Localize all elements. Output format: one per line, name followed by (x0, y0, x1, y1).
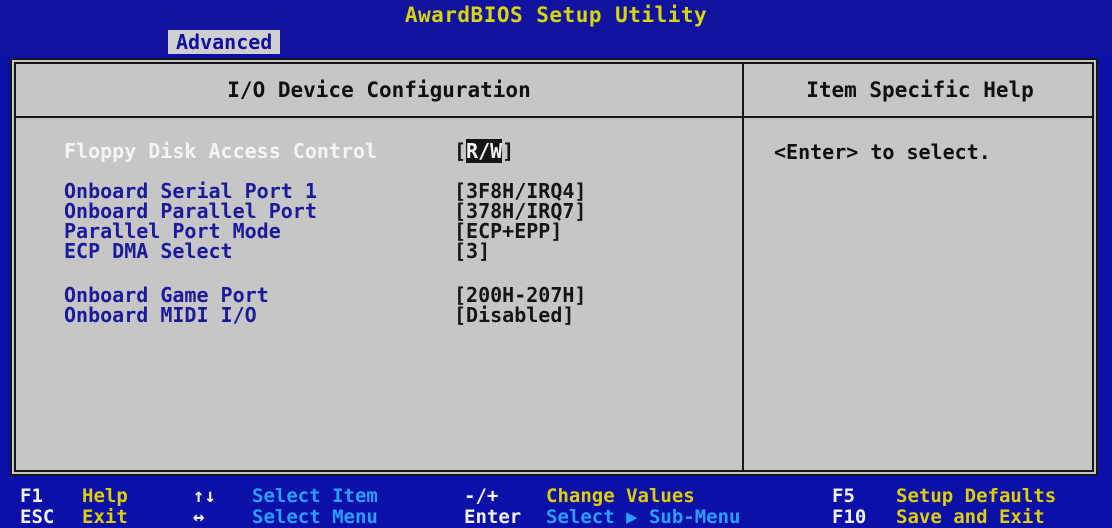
item-onboard-midi-io[interactable]: Onboard MIDI I/O (64, 304, 257, 326)
menu-tab-row: Advanced (0, 30, 1112, 54)
key-enter: Enter (464, 506, 522, 528)
main-panel: I/O Device Configuration Item Specific H… (10, 58, 1098, 476)
help-title: Item Specific Help (806, 78, 1034, 102)
key-f5-label: Setup Defaults (896, 485, 1057, 507)
value-onboard-midi-io[interactable]: [Disabled] (454, 304, 574, 326)
key-f1-label: Help (82, 485, 128, 507)
key-f10: F10 (832, 506, 867, 528)
value-floppy-disk-access-control[interactable]: [R/W] (454, 139, 515, 163)
panel-border: I/O Device Configuration Item Specific H… (14, 62, 1094, 472)
key-f1: F1 (20, 485, 43, 507)
key-legend: F1 Help ESC Exit ↑↓ Select Item ↔ Select… (0, 486, 1112, 528)
title-bar: AwardBIOS Setup Utility (0, 0, 1112, 30)
key-plus-minus: -/+ (464, 485, 499, 507)
key-arrows-leftright-label: Select Menu (252, 506, 378, 528)
key-arrows-updown-label: Select Item (252, 485, 378, 507)
key-enter-label: Select ▶ Sub-Menu (546, 506, 741, 528)
key-f10-label: Save and Exit (896, 506, 1045, 528)
key-f5: F5 (832, 485, 855, 507)
tab-advanced[interactable]: Advanced (168, 30, 281, 54)
key-plus-minus-label: Change Values (546, 485, 695, 507)
bracket-open: [ (454, 139, 467, 163)
item-floppy-disk-access-control[interactable]: Floppy Disk Access Control (64, 140, 377, 162)
key-esc-label: Exit (82, 506, 128, 528)
key-arrows-leftright: ↔ (193, 506, 205, 528)
value-highlight[interactable]: R/W (466, 139, 503, 163)
item-ecp-dma-select[interactable]: ECP DMA Select (64, 240, 233, 262)
key-esc: ESC (20, 506, 55, 528)
value-ecp-dma-select[interactable]: [3] (454, 240, 490, 262)
section-title: I/O Device Configuration (227, 78, 531, 102)
bracket-close: ] (502, 139, 515, 163)
app-title: AwardBIOS Setup Utility (404, 3, 708, 27)
header-divider (16, 116, 1092, 118)
help-text: <Enter> to select. (774, 140, 991, 164)
key-arrows-updown: ↑↓ (193, 485, 216, 507)
vertical-divider (742, 64, 744, 470)
